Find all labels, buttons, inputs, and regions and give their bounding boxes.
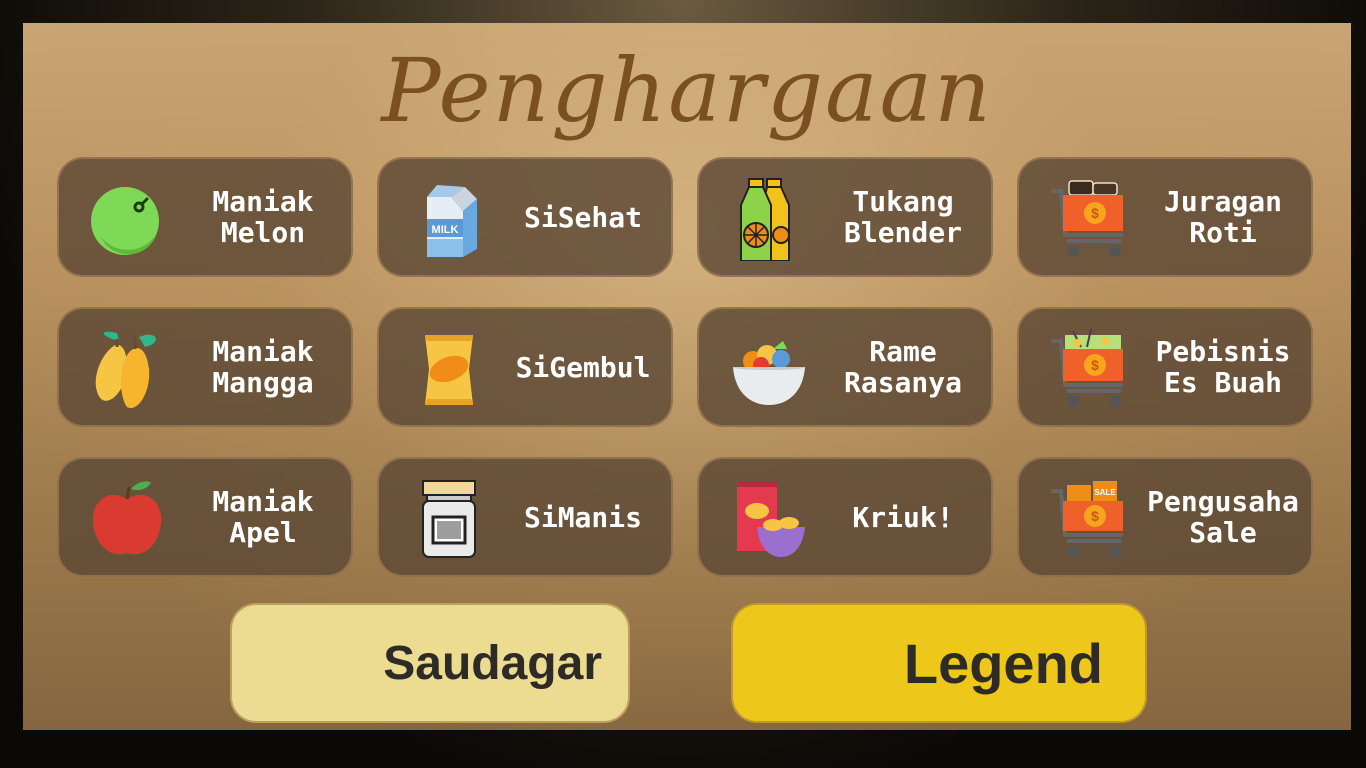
achievement-label: Juragan Roti xyxy=(1163,185,1282,249)
achievement-label: Tukang Blender xyxy=(843,185,962,249)
achievement-label: SiGembul xyxy=(515,350,651,384)
svg-text:$: $ xyxy=(1091,508,1099,524)
achievement-card-sigembul[interactable]: SiGembul xyxy=(377,307,673,427)
jam-jar-icon xyxy=(407,477,491,561)
achievement-card-maniak-melon[interactable]: Maniak Melon xyxy=(57,157,353,277)
melon-icon xyxy=(87,177,171,261)
achievement-label: Maniak Apel xyxy=(212,485,314,549)
svg-text:SALE: SALE xyxy=(1094,488,1116,497)
achievement-card-simanis[interactable]: SiManis xyxy=(377,457,673,577)
game-background: Penghargaan Maniak Melon MILK SiSehat Tu… xyxy=(0,0,1366,768)
achievement-label: Rame Rasanya xyxy=(843,335,962,399)
achievement-card-kriuk[interactable]: Kriuk! xyxy=(697,457,993,577)
achievements-panel: Penghargaan Maniak Melon MILK SiSehat Tu… xyxy=(23,23,1351,730)
apple-icon xyxy=(87,477,171,561)
chips-bowl-icon xyxy=(727,477,811,561)
achievement-label: Maniak Mangga xyxy=(212,335,314,399)
achievement-card-maniak-mangga[interactable]: Maniak Mangga xyxy=(57,307,353,427)
achievement-card-juragan-roti[interactable]: $ Juragan Roti xyxy=(1017,157,1313,277)
saudagar-tier-button[interactable]: Saudagar xyxy=(230,603,630,723)
achievement-label: Pengusaha Sale xyxy=(1147,485,1299,549)
snack-bag-icon xyxy=(407,327,491,411)
achievement-label: SiManis xyxy=(523,500,642,534)
cart-drinks-icon: $ xyxy=(1047,327,1131,411)
achievement-label: SiSehat xyxy=(523,200,642,234)
juice-bottles-icon xyxy=(727,177,811,261)
achievement-card-pebisnis-es-buah[interactable]: $ Pebisnis Es Buah xyxy=(1017,307,1313,427)
achievement-card-sisehat[interactable]: MILK SiSehat xyxy=(377,157,673,277)
fruit-bowl-icon xyxy=(727,327,811,411)
achievement-card-pengusaha-sale[interactable]: SALE $ Pengusaha Sale xyxy=(1017,457,1313,577)
achievement-card-tukang-blender[interactable]: Tukang Blender xyxy=(697,157,993,277)
cart-sale-icon: SALE $ xyxy=(1047,477,1131,561)
achievement-card-rame-rasanya[interactable]: Rame Rasanya xyxy=(697,307,993,427)
saudagar-label: Saudagar xyxy=(383,636,602,690)
milk-carton-icon: MILK xyxy=(407,177,491,261)
legend-label: Legend xyxy=(903,631,1103,695)
achievement-label: Kriuk! xyxy=(852,500,954,534)
svg-text:MILK: MILK xyxy=(432,224,459,236)
svg-text:$: $ xyxy=(1091,205,1099,221)
achievement-card-maniak-apel[interactable]: Maniak Apel xyxy=(57,457,353,577)
cart-bread-icon: $ xyxy=(1047,177,1131,261)
achievement-label: Pebisnis Es Buah xyxy=(1155,335,1291,399)
mango-icon xyxy=(87,327,171,411)
svg-text:$: $ xyxy=(1091,357,1099,373)
legend-tier-button[interactable]: Legend xyxy=(731,603,1147,723)
achievement-label: Maniak Melon xyxy=(212,185,314,249)
screen-title: Penghargaan xyxy=(381,39,993,142)
